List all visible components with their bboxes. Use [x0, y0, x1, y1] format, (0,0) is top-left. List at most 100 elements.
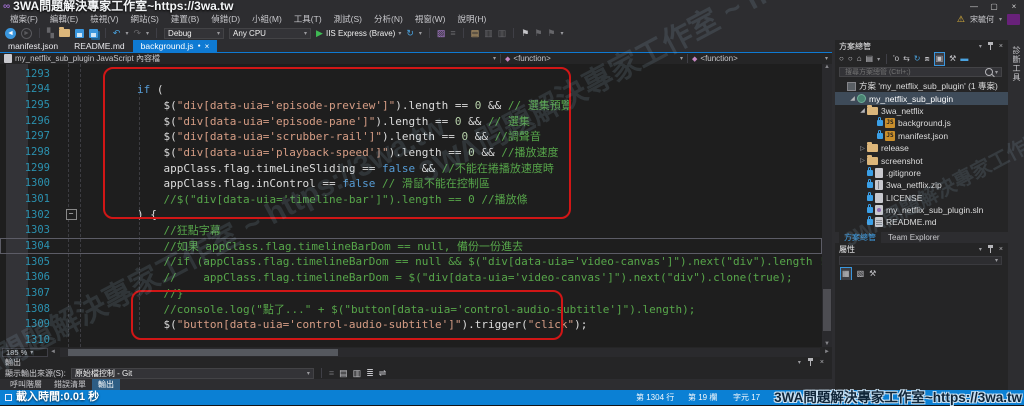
bookmark-icon[interactable]: ⚑	[521, 26, 529, 40]
save-icon[interactable]	[75, 29, 84, 38]
solution-search-input[interactable]	[843, 68, 985, 77]
tab-呼叫階層[interactable]: 呼叫階層	[4, 379, 48, 390]
code-line-1294[interactable]: 1294 if (	[0, 82, 822, 98]
prev-bookmark-icon[interactable]: ⚑	[534, 26, 542, 40]
new-project-icon[interactable]: ▚	[47, 26, 54, 40]
refresh-dropdown-icon[interactable]: ▾	[419, 30, 422, 37]
chevron-down-icon[interactable]: ▾	[999, 16, 1002, 23]
output-source-dropdown[interactable]: 原始檔控制 - Git ▾	[71, 368, 314, 379]
find-in-files-icon[interactable]: ▤	[471, 26, 480, 40]
menu-item-8[interactable]: 工具(T)	[288, 13, 328, 26]
status-column[interactable]: 第 19 欄	[688, 390, 717, 405]
restore-button[interactable]: ▢	[984, 0, 1004, 13]
pin-icon[interactable]	[807, 358, 814, 366]
back-icon[interactable]: ○	[839, 53, 844, 65]
toolbar-misc-icon[interactable]: ≡	[450, 26, 455, 40]
zoom-level-dropdown[interactable]: 185 % ▾	[2, 348, 48, 357]
code-line-1308[interactable]: 1308 //console.log("點了..." + $("button[d…	[0, 301, 822, 317]
fold-collapse-control[interactable]: −	[58, 209, 84, 220]
code-line-1297[interactable]: 1297 $("div[data-uia='scrubber-rail']").…	[0, 129, 822, 145]
tree-item-my_netflix_sub_plugin.sln[interactable]: my_netflix_sub_plugin.sln	[835, 204, 1008, 216]
chevron-down-icon[interactable]: ▾	[995, 69, 998, 76]
navigate-back-button[interactable]: ◄	[5, 28, 16, 39]
tab-README.md[interactable]: README.md	[66, 40, 133, 52]
scroll-left-icon[interactable]: ◄	[48, 349, 58, 355]
switch-views-icon[interactable]: ▤	[866, 53, 874, 65]
uncomment-icon[interactable]: ▥	[498, 26, 507, 40]
save-all-icon[interactable]	[89, 29, 98, 38]
code-line-1298[interactable]: 1298 $("div[data-uia='playback-speed']")…	[0, 144, 822, 160]
navigate-forward-button[interactable]: ►	[21, 28, 32, 39]
navbar-member-scope[interactable]: ◆ <function> ▾	[688, 54, 832, 63]
menu-item-7[interactable]: 小組(M)	[246, 13, 288, 26]
close-panel-icon[interactable]: ×	[999, 246, 1003, 253]
alphabetical-icon[interactable]: ▧	[857, 268, 865, 280]
status-line[interactable]: 第 1304 行	[636, 390, 674, 405]
code-line-1304[interactable]: 1304 //如果 appClass.flag.timelineBarDom =…	[0, 238, 822, 254]
clear-all-icon[interactable]: ≣	[366, 366, 374, 380]
sync-with-active-document-icon[interactable]: ⇆	[903, 53, 910, 65]
menu-item-10[interactable]: 分析(N)	[368, 13, 409, 26]
code-line-1295[interactable]: 1295 $("div[data-uia='episode-preview']"…	[0, 97, 822, 113]
tab-輸出[interactable]: 輸出	[92, 379, 120, 390]
tab-錯誤清單[interactable]: 錯誤清單	[48, 379, 92, 390]
open-folder-icon[interactable]	[59, 29, 70, 37]
debug-config-dropdown[interactable]: Debug▾	[164, 28, 224, 39]
solution-explorer-header[interactable]: 方案總管 ▾ ×	[835, 40, 1008, 52]
word-wrap-icon[interactable]: ⇌	[379, 366, 387, 380]
tree-item-.gitignore[interactable]: .gitignore	[835, 167, 1008, 179]
run-dropdown-icon[interactable]: ▾	[398, 30, 401, 37]
code-line-1307[interactable]: 1307 //}	[0, 285, 822, 301]
chevron-down-icon[interactable]: ▾	[493, 55, 496, 62]
tree-item-LICENSE[interactable]: LICENSE	[835, 192, 1008, 204]
scroll-up-icon[interactable]: ▲	[822, 64, 832, 70]
tree-item-my_netflix_sub_plugin[interactable]: ◢my_netflix_sub_plugin	[835, 92, 1008, 104]
expanded-arrow-icon[interactable]: ◢	[858, 107, 867, 114]
tab-team-explorer[interactable]: Team Explorer	[883, 232, 945, 243]
code-line-1301[interactable]: 1301 //$("div[data-uia='timeline-bar']")…	[0, 191, 822, 207]
navbar-file-scope[interactable]: my_netflix_sub_plugin JavaScript 內容檔 ▾	[0, 53, 500, 64]
expanded-arrow-icon[interactable]: ◢	[848, 95, 857, 102]
chevron-down-icon[interactable]: ▾	[680, 55, 683, 62]
home-icon[interactable]: ⌂	[857, 53, 862, 65]
collapsed-arrow-icon[interactable]: ▷	[858, 145, 867, 152]
next-bookmark-icon[interactable]: ⚑	[547, 26, 555, 40]
run-button[interactable]: ▶ IIS Express (Brave) ▾	[316, 26, 401, 40]
tree-item-3wa_netflix.zip[interactable]: 3wa_netflix.zip	[835, 179, 1008, 191]
fold-collapse-icon[interactable]: −	[66, 209, 77, 220]
refresh-icon[interactable]: ↻	[406, 26, 414, 40]
menu-item-9[interactable]: 測試(S)	[328, 13, 368, 26]
comment-icon[interactable]: ▥	[484, 26, 493, 40]
window-position-icon[interactable]: ▾	[979, 246, 982, 253]
tree-item-release[interactable]: ▷release	[835, 142, 1008, 154]
menu-item-4[interactable]: 網站(S)	[125, 13, 165, 26]
autohide-tab-diagnostic-tools[interactable]: 診斷工具	[1011, 46, 1022, 82]
minimize-button[interactable]: —	[964, 0, 984, 13]
tree-item-background.js[interactable]: background.js	[835, 117, 1008, 129]
code-line-1296[interactable]: 1296 $("div[data-uia='episode-pane']").l…	[0, 113, 822, 129]
chevron-down-icon[interactable]: ▾	[877, 56, 880, 63]
menu-item-12[interactable]: 說明(H)	[452, 13, 493, 26]
pin-icon[interactable]	[987, 245, 994, 253]
scroll-right-icon[interactable]: ►	[822, 349, 832, 355]
close-panel-icon[interactable]: ×	[820, 359, 824, 366]
find-message-icon[interactable]: ≡	[329, 366, 334, 380]
undo-dropdown-icon[interactable]: ▾	[125, 30, 128, 37]
menu-item-2[interactable]: 編輯(E)	[44, 13, 84, 26]
close-button[interactable]: ×	[1004, 0, 1024, 13]
avatar[interactable]	[1007, 14, 1020, 25]
menu-item-5[interactable]: 建置(B)	[165, 13, 205, 26]
code-line-1305[interactable]: 1305 //if (appClass.flag.timelineBarDom …	[0, 254, 822, 270]
code-line-1302[interactable]: 1302− ) {	[0, 207, 822, 223]
window-position-icon[interactable]: ▾	[979, 43, 982, 50]
pending-changes-filter-icon[interactable]: 'o	[893, 53, 899, 65]
code-line-1293[interactable]: 1293	[0, 66, 822, 82]
forward-icon[interactable]: ○	[848, 53, 853, 65]
scrollbar-thumb[interactable]	[68, 349, 338, 356]
redo-icon[interactable]: ↷	[133, 26, 141, 40]
code-line-1306[interactable]: 1306 // appClass.flag.timelineBarDom = $…	[0, 270, 822, 286]
editor-vertical-scrollbar[interactable]: ▲ ▼	[822, 64, 832, 347]
undo-icon[interactable]: ↶	[113, 26, 121, 40]
goto-previous-message-icon[interactable]: ▤	[339, 366, 348, 380]
user-name[interactable]: 宋毓何	[970, 14, 994, 25]
